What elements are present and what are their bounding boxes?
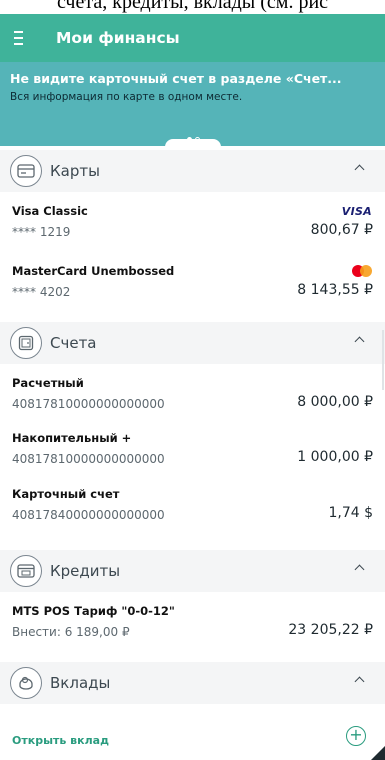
card-row-mastercard[interactable]: MasterCard Unembossed **** 4202 8 143,55… [0,254,385,306]
card-number: **** 4202 [12,285,71,299]
card-name: Visa Classic [12,204,88,218]
resize-corner-icon [371,746,385,760]
section-cards-label: Карты [50,162,100,180]
section-deposits-label: Вклады [50,674,111,692]
open-deposit-link[interactable]: Открыть вклад [12,734,109,747]
credit-payment: Внести: 6 189,00 ₽ [12,625,130,639]
chevron-up-icon[interactable] [354,336,365,347]
account-name: Расчетный [12,376,84,390]
section-accounts-header[interactable]: Счета [0,322,385,364]
safe-icon [10,327,42,359]
credit-row[interactable]: MTS POS Тариф "0-0-12" Внести: 6 189,00 … [0,594,385,646]
mastercard-logo [352,265,372,277]
chevron-up-icon[interactable] [354,164,365,175]
card-balance: 8 143,55 ₽ [297,282,373,298]
section-credits-header[interactable]: Кредиты [0,550,385,592]
section-accounts-label: Счета [50,334,97,352]
account-row[interactable]: Карточный счет 40817840000000000000 1,74… [0,477,385,529]
chevron-up-icon[interactable] [354,564,365,575]
caption-strip: счета, кредиты, вклады (см. рис [0,0,385,14]
banner-title: Не видите карточный счет в разделе «Счет… [10,71,342,86]
promo-banner[interactable]: Не видите карточный счет в разделе «Счет… [0,62,385,146]
card-balance: 800,67 ₽ [310,222,373,238]
account-number: 40817810000000000000 [12,452,165,466]
scrollbar[interactable] [382,330,384,390]
banner-subtitle: Вся информация по карте в одном месте. [10,91,243,103]
carousel-dot[interactable] [194,137,200,142]
card-name: MasterCard Unembossed [12,264,175,278]
card-row-visa[interactable]: Visa Classic VISA **** 1219 800,67 ₽ [0,194,385,246]
account-row[interactable]: Накопительный + 40817810000000000000 1 0… [0,421,385,473]
page-title: Мои финансы [56,29,180,47]
section-cards-header[interactable]: Карты [0,150,385,192]
account-number: 40817840000000000000 [12,508,165,522]
piggy-bank-icon [10,667,42,699]
credit-balance: 23 205,22 ₽ [288,622,373,638]
account-balance: 1,74 $ [328,505,373,521]
card-icon [10,155,42,187]
account-balance: 8 000,00 ₽ [297,394,373,410]
chevron-up-icon[interactable] [354,676,365,687]
card-number: **** 1219 [12,225,71,239]
credit-name: MTS POS Тариф "0-0-12" [12,604,175,618]
section-credits-label: Кредиты [50,562,121,580]
account-balance: 1 000,00 ₽ [297,449,373,465]
account-number: 40817810000000000000 [12,397,165,411]
credit-icon [10,555,42,587]
section-deposits-header[interactable]: Вклады [0,662,385,704]
visa-logo: VISA [341,205,372,218]
menu-icon[interactable] [14,31,30,45]
add-deposit-button[interactable]: + [346,726,366,746]
caption-text: счета, кредиты, вклады (см. рис [56,0,329,13]
account-name: Карточный счет [12,487,120,501]
carousel-dot-active[interactable] [186,137,192,142]
app-header: Мои финансы [0,14,385,62]
account-name: Накопительный + [12,431,132,445]
carousel-dots [186,137,200,142]
account-row[interactable]: Расчетный 40817810000000000000 8 000,00 … [0,366,385,418]
